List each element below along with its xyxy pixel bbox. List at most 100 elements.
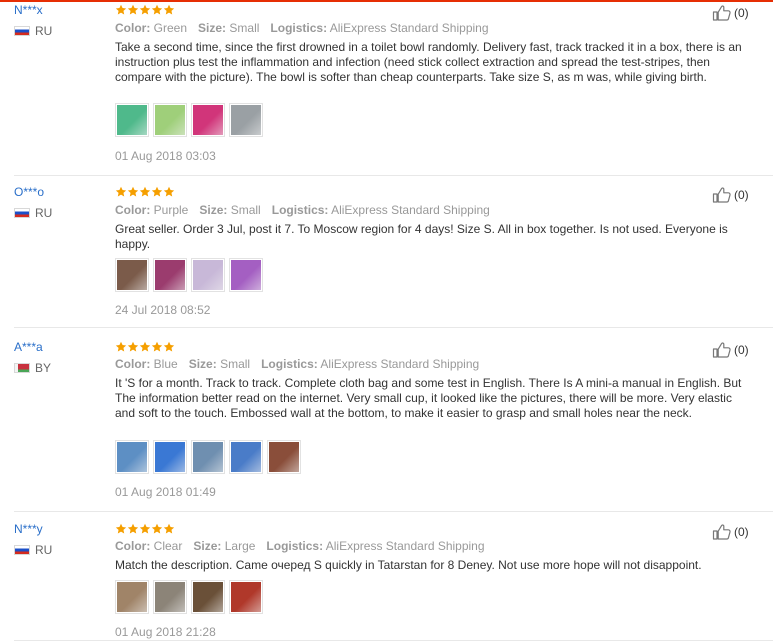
thumbs-up-icon [712,187,731,203]
photo-thumbnail[interactable] [153,103,187,137]
attr-size-label: Size: [198,21,227,35]
photo-thumbnail[interactable] [153,580,187,614]
photo-thumbnail[interactable] [229,103,263,137]
helpful-button[interactable]: (0) [712,341,749,358]
attr-logistics-label: Logistics: [271,203,329,217]
country-code: RU [35,24,53,38]
photo-thumbnail[interactable] [115,103,149,137]
photo-thumbnail[interactable] [267,440,301,474]
star-icon [163,4,175,15]
review-photos [115,580,267,614]
order-attributes: Color: Blue Size: Small Logistics: AliExpr… [115,357,490,371]
photo-thumbnail[interactable] [153,258,187,292]
attr-size-label: Size: [199,203,228,217]
photo-thumbnail[interactable] [191,580,225,614]
helpful-count: (0) [734,187,749,202]
attr-logistics-value: AliExpress Standard Shipping [329,21,489,35]
thumbs-up-icon [712,5,731,21]
review-photos [115,258,267,292]
photo-thumbnail[interactable] [191,440,225,474]
reviewer-name[interactable]: O***o [14,185,44,199]
photo-image [117,105,147,135]
photo-image [193,105,223,135]
attr-size-label: Size: [193,539,222,553]
photo-thumbnail[interactable] [191,103,225,137]
photo-thumbnail[interactable] [229,580,263,614]
photo-thumbnail[interactable] [229,258,263,292]
attr-color-label: Color: [115,203,151,217]
photo-image [231,442,261,472]
helpful-button[interactable]: (0) [712,4,749,21]
order-attributes: Color: Green Size: Small Logistics: AliExp… [115,21,500,35]
helpful-button[interactable]: (0) [712,523,749,540]
thumbs-up-icon [712,524,731,540]
photo-image [193,260,223,290]
attr-size-value: Large [224,539,256,553]
reviewer-name[interactable]: A***a [14,340,43,354]
review-item: A***a BY Color: Blue Size: Small Logistics: … [0,328,773,512]
review-item: O***o RU Color: Purple Size: Small Logistics… [0,176,773,328]
review-date: 01 Aug 2018 03:03 [115,149,216,163]
attr-size-label: Size: [188,357,217,371]
attr-color-label: Color: [115,357,151,371]
star-icon [115,4,127,15]
country-code: RU [35,543,53,557]
star-icon [163,186,175,197]
star-rating [115,186,175,198]
photo-thumbnail[interactable] [191,258,225,292]
review-text: It 'S for a month. Track to track. Compl… [115,376,742,420]
star-icon [151,186,163,197]
attr-size-value: Small [220,357,251,371]
star-rating [115,341,175,353]
star-icon [115,341,127,352]
star-icon [115,186,127,197]
star-icon [139,341,151,352]
star-rating [115,4,175,16]
reviewer-country: RU [14,24,52,38]
review-item: N***y RU Color: Clear Size: Large Logistics:… [0,512,773,641]
review-date: 24 Jul 2018 08:52 [115,303,211,317]
flag-icon [14,363,30,373]
review-date: 01 Aug 2018 21:28 [115,625,216,639]
photo-image [193,582,223,612]
photo-thumbnail[interactable] [229,440,263,474]
attr-logistics-value: AliExpress Standard Shipping [331,203,490,217]
flag-icon [14,545,30,555]
attr-color-value: Blue [153,357,178,371]
photo-thumbnail[interactable] [115,440,149,474]
flag-icon [14,26,30,36]
review-text: Match the description. Came очеред S qui… [115,558,702,572]
review-text: Great seller. Order 3 Jul, post it 7. To… [115,222,728,251]
photo-image [155,442,185,472]
star-icon [127,341,139,352]
photo-image [231,582,261,612]
helpful-button[interactable]: (0) [712,186,749,203]
helpful-count: (0) [734,5,749,20]
order-attributes: Color: Clear Size: Large Logistics: AliExp… [115,539,496,553]
reviewer-name[interactable]: N***x [14,3,43,17]
reviewer-country: BY [14,361,51,375]
attr-color-label: Color: [115,539,151,553]
photo-image [117,582,147,612]
review-photos [115,440,305,474]
attr-color-value: Clear [153,539,183,553]
photo-image [231,260,261,290]
photo-image [193,442,223,472]
star-icon [163,523,175,534]
photo-image [155,260,185,290]
photo-thumbnail[interactable] [115,580,149,614]
photo-thumbnail[interactable] [115,258,149,292]
photo-image [231,105,261,135]
star-icon [163,341,175,352]
attr-logistics-value: AliExpress Standard Shipping [320,357,480,371]
star-icon [151,4,163,15]
star-icon [151,523,163,534]
reviewer-name[interactable]: N***y [14,522,43,536]
reviewer-country: RU [14,543,52,557]
photo-image [269,442,299,472]
attr-logistics-label: Logistics: [261,357,318,371]
photo-thumbnail[interactable] [153,440,187,474]
review-date: 01 Aug 2018 01:49 [115,485,216,499]
attr-logistics-label: Logistics: [270,21,328,35]
order-attributes: Color: Purple Size: Small Logistics: AliEx… [115,203,501,217]
